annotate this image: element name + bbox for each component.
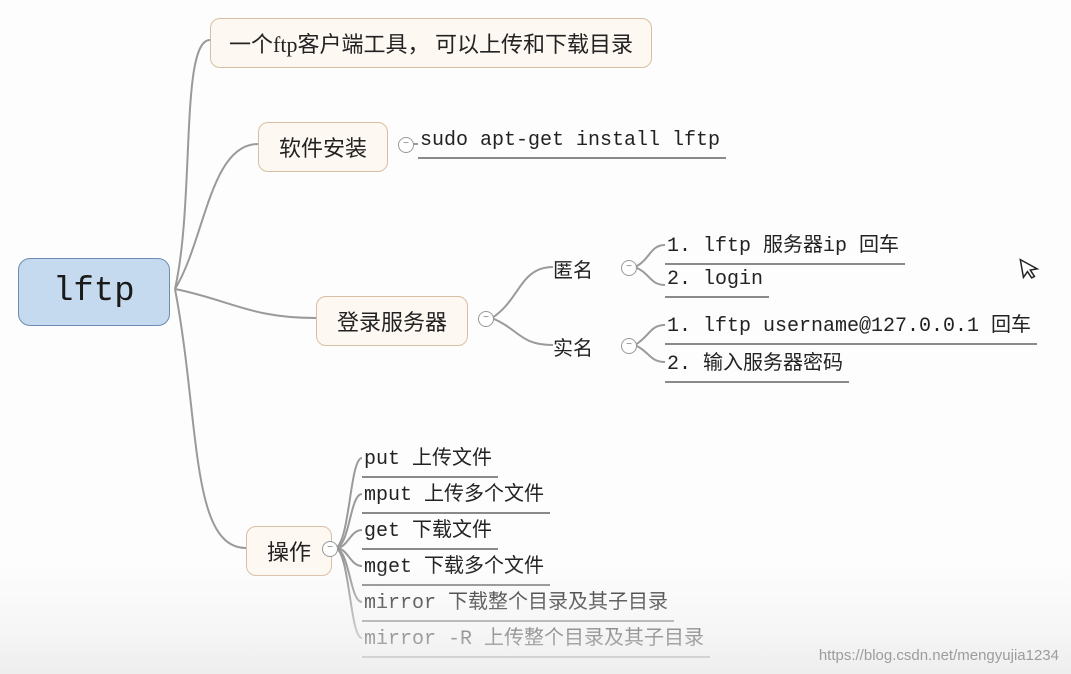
login-node[interactable]: 登录服务器 [316, 296, 468, 346]
toggle-icon[interactable]: − [478, 311, 494, 327]
root-node[interactable]: lftp [18, 258, 170, 326]
description-text: 一个ftp客户端工具， 可以上传和下载目录 [229, 32, 633, 57]
login-anon-label: 匿名 [553, 254, 593, 285]
login-real-step-2: 2. 输入服务器密码 [665, 343, 849, 383]
ops-item-mirror: mirror 下载整个目录及其子目录 [362, 582, 674, 622]
install-label: 软件安装 [279, 136, 367, 161]
root-label: lftp [53, 273, 135, 311]
login-real-step-1: 1. lftp username@127.0.0.1 回车 [665, 305, 1037, 345]
login-real-label: 实名 [553, 332, 593, 363]
ops-item-get: get 下载文件 [362, 510, 498, 550]
description-node[interactable]: 一个ftp客户端工具， 可以上传和下载目录 [210, 18, 652, 68]
login-anon-step-2: 2. login [665, 265, 769, 298]
toggle-icon[interactable]: − [398, 137, 414, 153]
install-node[interactable]: 软件安装 [258, 122, 388, 172]
install-command: sudo apt-get install lftp [418, 126, 726, 159]
ops-item-put: put 上传文件 [362, 438, 498, 478]
watermark-text: https://blog.csdn.net/mengyujia1234 [819, 647, 1059, 664]
ops-item-mput: mput 上传多个文件 [362, 474, 550, 514]
ops-item-mirror-r: mirror -R 上传整个目录及其子目录 [362, 618, 710, 658]
login-label: 登录服务器 [337, 310, 447, 335]
login-anon-step-1: 1. lftp 服务器ip 回车 [665, 225, 905, 265]
toggle-icon[interactable]: − [621, 338, 637, 354]
ops-label: 操作 [267, 540, 311, 565]
ops-item-mget: mget 下载多个文件 [362, 546, 550, 586]
ops-node[interactable]: 操作 [246, 526, 332, 576]
toggle-icon[interactable]: − [621, 260, 637, 276]
toggle-icon[interactable]: − [322, 541, 338, 557]
